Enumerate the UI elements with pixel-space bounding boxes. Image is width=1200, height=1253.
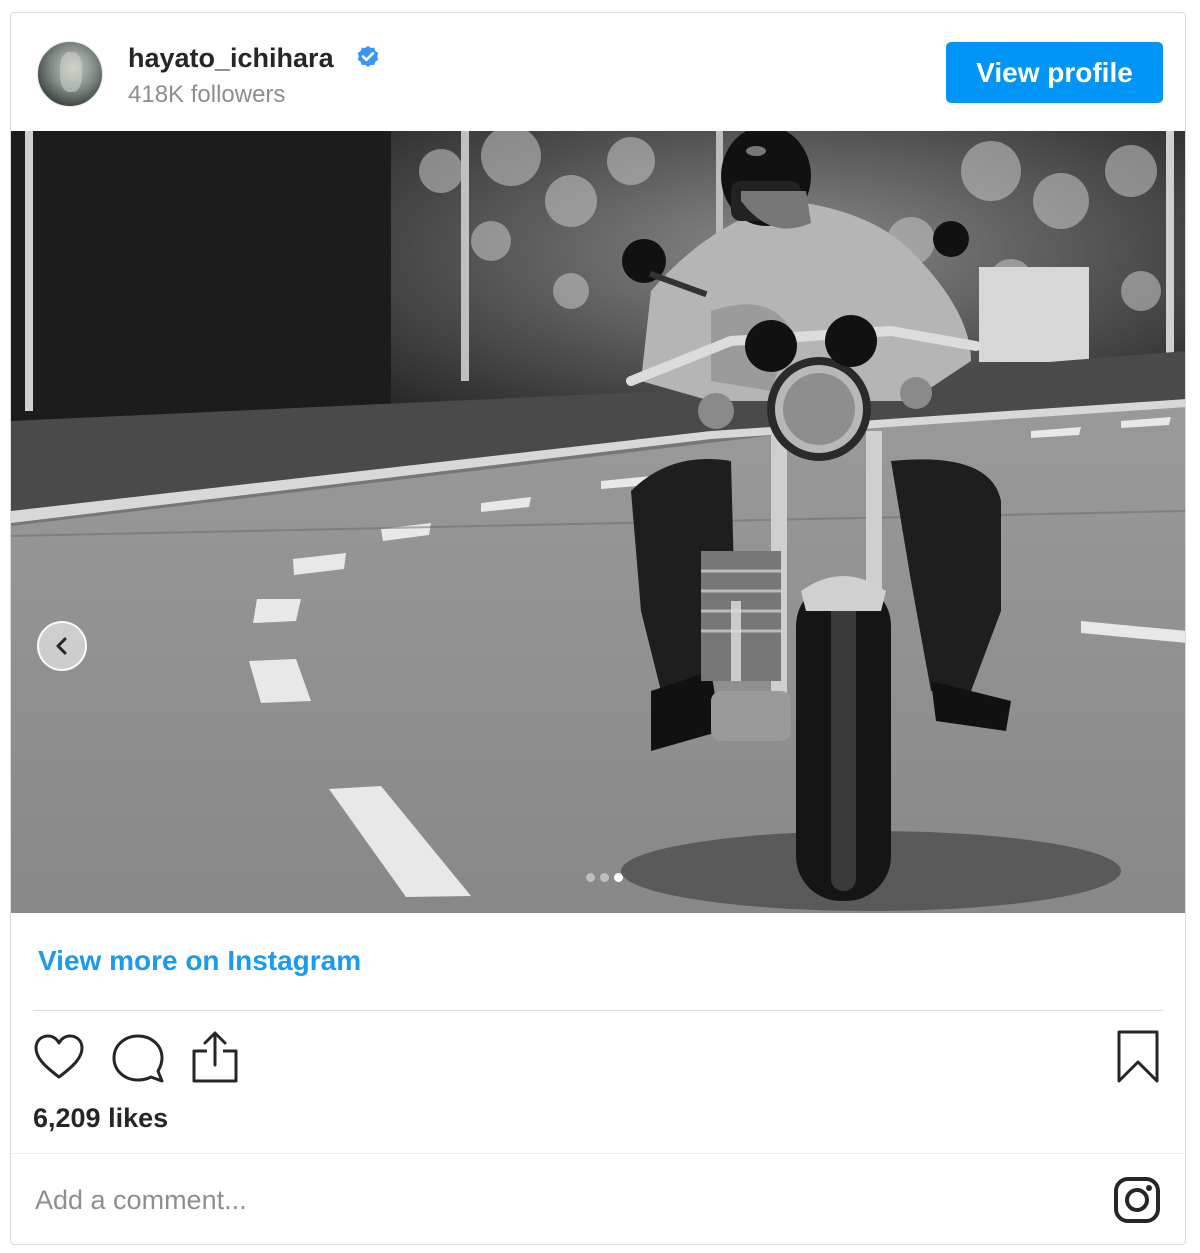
bookmark-icon[interactable] [1115,1029,1161,1085]
chevron-left-icon [56,637,67,655]
share-icon[interactable] [189,1029,241,1085]
carousel-prev-button[interactable] [37,621,87,671]
view-profile-button[interactable]: View profile [946,42,1163,103]
divider [33,1010,1163,1011]
carousel-dot-active [614,873,623,882]
username[interactable]: hayato_ichihara [128,43,334,74]
motorcycle-photo [11,131,1185,913]
post-header: hayato_ichihara 418K followers View prof… [11,13,1185,131]
view-more-link[interactable]: View more on Instagram [38,945,361,977]
carousel-indicator [586,869,628,882]
like-count: 6,209 likes [33,1103,169,1133]
post-photo[interactable] [11,131,1185,913]
heart-icon[interactable] [33,1033,85,1081]
carousel-dot [586,873,595,882]
instagram-embed-card: hayato_ichihara 418K followers View prof… [10,12,1186,1245]
follower-count: 418K followers [128,81,286,108]
divider [11,1153,1185,1154]
avatar[interactable] [37,41,103,107]
comment-icon[interactable] [111,1033,165,1085]
instagram-logo-icon[interactable] [1113,1176,1161,1224]
carousel-dot [600,873,609,882]
verified-badge-icon [357,45,379,67]
comment-input[interactable] [33,1179,937,1221]
